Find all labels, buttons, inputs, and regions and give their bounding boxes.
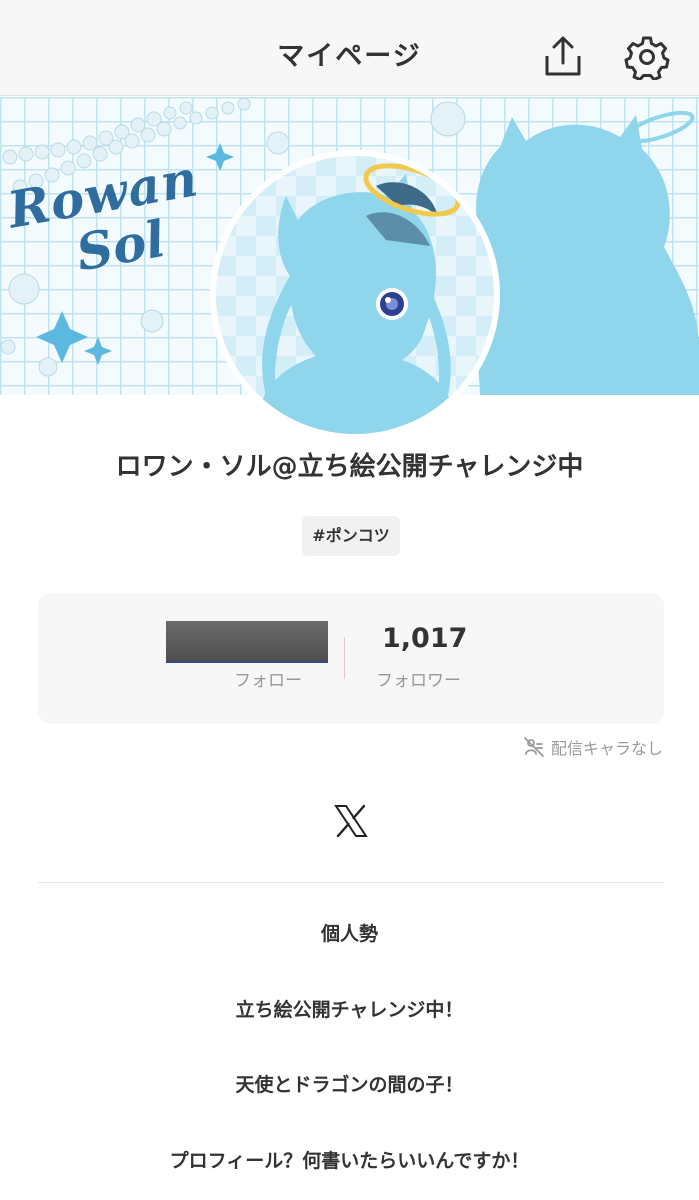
bio-line: プロフィール？何書いたらいいんですか！: [169, 1150, 530, 1172]
divider: [38, 882, 664, 883]
avatar-image: [216, 156, 494, 434]
x-link-button[interactable]: [333, 803, 369, 839]
follower-label[interactable]: フォロワー: [376, 666, 461, 691]
no-character-icon: [524, 737, 544, 757]
avatar-character: [256, 163, 461, 434]
bio-line: 天使とドラゴンの間の子！: [235, 1074, 464, 1096]
stream-status-text: 配信キャラなし: [550, 739, 663, 758]
gear-icon: [624, 36, 670, 81]
settings-button[interactable]: [624, 34, 670, 81]
profile-tag[interactable]: #ポンコツ: [302, 516, 400, 556]
follow-label[interactable]: フォロー: [234, 666, 302, 691]
follower-count[interactable]: 1,017: [382, 623, 467, 654]
avatar[interactable]: [210, 150, 500, 440]
share-button[interactable]: [540, 34, 586, 80]
follow-count-redacted: [166, 621, 328, 663]
share-icon: [545, 36, 581, 76]
x-logo-icon: [334, 804, 368, 838]
app-header: マイページ: [0, 0, 699, 96]
stream-status: 配信キャラなし: [523, 735, 663, 759]
stats-panel: フォロー 1,017 フォロワー: [38, 593, 664, 724]
profile-name: ロワン・ソル@立ち絵公開チャレンジ中: [115, 452, 584, 482]
page-title: マイページ: [277, 41, 422, 72]
stats-divider: [344, 637, 345, 679]
bio-line: 立ち絵公開チャレンジ中！: [235, 999, 464, 1021]
bio-line: 個人勢: [320, 923, 378, 945]
